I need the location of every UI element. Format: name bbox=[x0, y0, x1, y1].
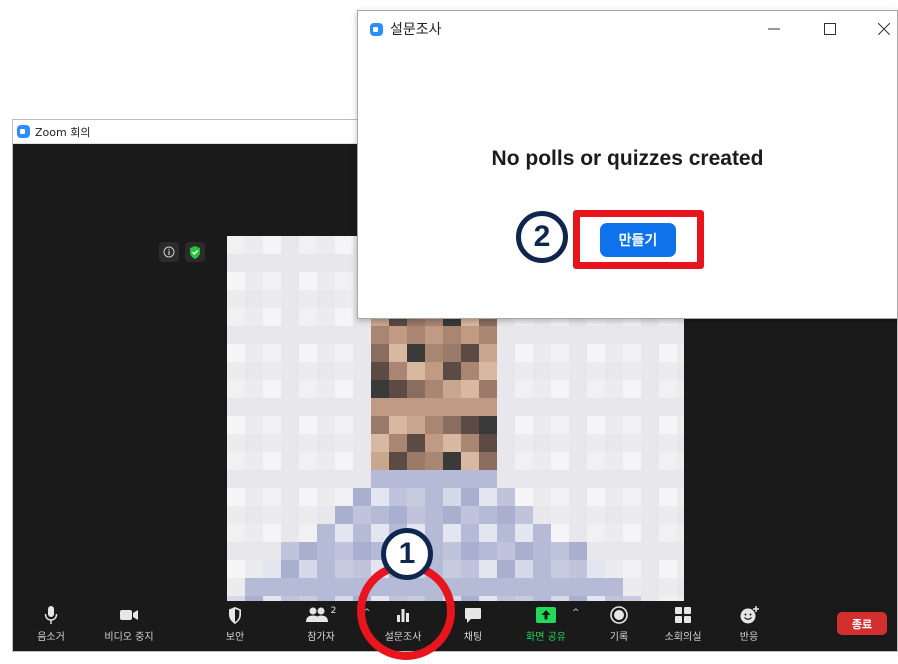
reactions-button[interactable]: 반응 bbox=[719, 605, 779, 643]
mute-label: 음소거 bbox=[37, 632, 65, 643]
security-shield-icon bbox=[228, 605, 242, 625]
reaction-smiley-icon bbox=[740, 605, 759, 625]
record-button[interactable]: 기록 bbox=[589, 605, 649, 643]
zoom-logo-icon bbox=[17, 125, 30, 138]
step-2-badge: 2 bbox=[516, 211, 568, 263]
breakout-rooms-button[interactable]: 소회의실 bbox=[653, 605, 713, 643]
record-label: 기록 bbox=[609, 632, 629, 643]
mute-button[interactable]: 음소거 bbox=[21, 605, 81, 643]
share-screen-button[interactable]: 화면 공유 bbox=[516, 605, 576, 643]
participants-icon: 2 bbox=[305, 605, 337, 625]
create-poll-button[interactable]: 만들기 bbox=[600, 223, 676, 257]
chat-label: 채팅 bbox=[463, 632, 483, 643]
participants-label: 참가자 bbox=[307, 632, 335, 643]
stop-video-label: 비디오 중지 bbox=[104, 632, 154, 643]
minimize-icon[interactable] bbox=[764, 19, 784, 39]
meeting-info-icons bbox=[159, 242, 205, 262]
participants-button[interactable]: 2 참가자 bbox=[291, 605, 351, 643]
breakout-rooms-label: 소회의실 bbox=[664, 632, 702, 643]
close-icon[interactable] bbox=[874, 19, 894, 39]
share-screen-icon bbox=[536, 605, 556, 625]
reactions-label: 반응 bbox=[739, 632, 759, 643]
microphone-icon bbox=[44, 605, 58, 625]
share-screen-label: 화면 공유 bbox=[526, 632, 566, 643]
security-label: 보안 bbox=[225, 632, 245, 643]
no-polls-message: No polls or quizzes created bbox=[491, 147, 764, 170]
maximize-icon[interactable] bbox=[820, 19, 840, 39]
zoom-window-title: Zoom 회의 bbox=[35, 125, 91, 139]
step-1-badge: 1 bbox=[381, 528, 433, 580]
polls-dialog-titlebar: 설문조사 bbox=[358, 11, 897, 47]
share-screen-caret-icon[interactable]: ^ bbox=[572, 608, 580, 618]
breakout-rooms-icon bbox=[675, 605, 691, 625]
security-button[interactable]: 보안 bbox=[205, 605, 265, 643]
info-icon[interactable] bbox=[159, 242, 179, 262]
meeting-toolbar: 음소거 비디오 중지 보안 2 참가자 ^ 설문조사 채팅 화면 공유 ^ 기록… bbox=[13, 601, 897, 651]
encryption-shield-icon[interactable] bbox=[185, 242, 205, 262]
record-icon bbox=[610, 605, 628, 625]
polls-dialog: 설문조사 No polls or quizzes created 만들기 bbox=[357, 10, 898, 319]
video-camera-icon bbox=[119, 605, 139, 625]
zoom-logo-icon bbox=[370, 22, 383, 36]
stop-video-button[interactable]: 비디오 중지 bbox=[99, 605, 159, 643]
polls-dialog-title: 설문조사 bbox=[390, 22, 442, 38]
chat-bubble-icon bbox=[464, 605, 482, 625]
end-meeting-button[interactable]: 종료 bbox=[837, 612, 887, 635]
participants-count: 2 bbox=[330, 606, 337, 616]
